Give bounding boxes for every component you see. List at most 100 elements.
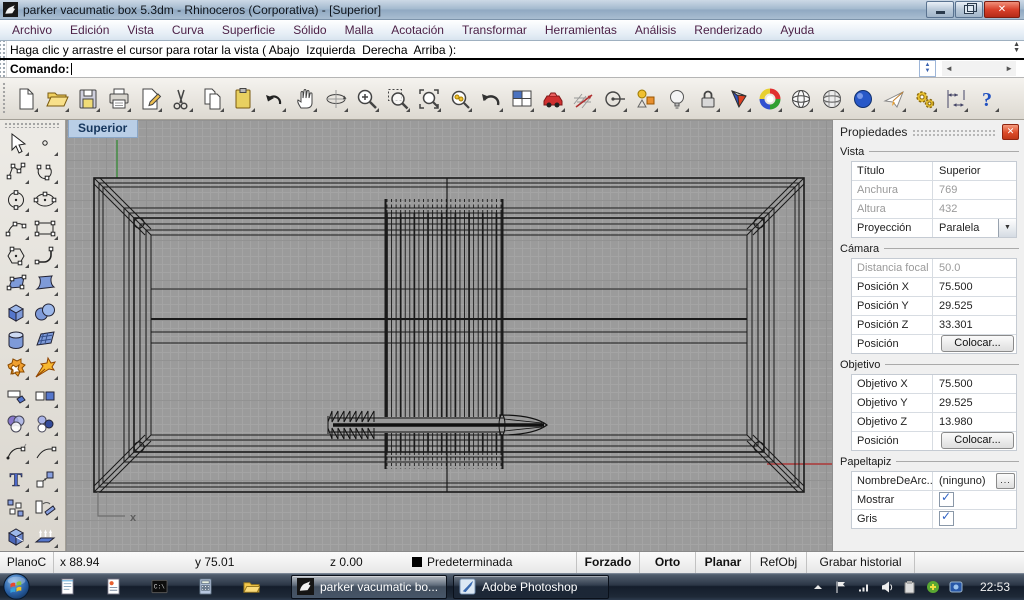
new-file-icon[interactable]	[12, 85, 39, 113]
orient-tool-icon[interactable]	[32, 495, 58, 521]
command-input-grip[interactable]	[0, 60, 7, 77]
zoom-selected-icon[interactable]	[446, 85, 473, 113]
cylinder-tool-icon[interactable]	[3, 327, 29, 353]
viewport-superior[interactable]: Superior	[66, 120, 832, 551]
ellipse-tool-icon[interactable]	[32, 187, 58, 213]
venn-tool-icon[interactable]	[3, 411, 29, 437]
titlebar[interactable]: parker vacumatic box 5.3dm - Rhinoceros …	[0, 0, 1024, 20]
render-preview-icon[interactable]	[880, 85, 907, 113]
calculator-icon[interactable]	[197, 578, 214, 595]
zoom-in-icon[interactable]	[353, 85, 380, 113]
pan-view-icon[interactable]	[291, 85, 318, 113]
help-icon[interactable]: ?	[973, 85, 1000, 113]
save-file-icon[interactable]	[74, 85, 101, 113]
command-spinner[interactable]: ▲▼	[919, 60, 936, 77]
property-value[interactable]: 29.525	[939, 300, 973, 312]
boolean-tool-icon[interactable]	[3, 355, 29, 381]
text-tool-icon[interactable]: T	[3, 467, 29, 493]
zoom-window-icon[interactable]	[384, 85, 411, 113]
property-value[interactable]: 33.301	[939, 319, 973, 331]
car-icon[interactable]	[539, 85, 566, 113]
wireframe-drawing[interactable]: x	[66, 120, 832, 551]
dimension-icon[interactable]	[942, 85, 969, 113]
statusbar-toggle-planar[interactable]: Planar	[695, 552, 750, 573]
menu-slido[interactable]: Sólido	[284, 20, 335, 40]
menu-edicin[interactable]: Edición	[61, 20, 118, 40]
property-value[interactable]: 29.525	[939, 397, 973, 409]
copy-icon[interactable]	[198, 85, 225, 113]
rotate-view-icon[interactable]	[322, 85, 349, 113]
menu-anlisis[interactable]: Análisis	[626, 20, 685, 40]
wordpad-icon[interactable]	[105, 578, 122, 595]
point-tool-icon[interactable]	[32, 131, 58, 157]
checkbox-mostrar[interactable]: ✓	[939, 492, 954, 507]
menu-herramientas[interactable]: Herramientas	[536, 20, 626, 40]
menu-acotacin[interactable]: Acotación	[382, 20, 453, 40]
cut-icon[interactable]	[167, 85, 194, 113]
open-file-icon[interactable]	[43, 85, 70, 113]
colocar-button[interactable]: Colocar...	[941, 432, 1014, 449]
mesh-surface-tool-icon[interactable]	[32, 327, 58, 353]
explorer-icon[interactable]	[243, 578, 260, 595]
polygon-tool-icon[interactable]	[3, 243, 29, 269]
property-value[interactable]: (ninguno)	[939, 475, 985, 487]
properties-header[interactable]: Propiedades ✕	[840, 124, 1019, 141]
ghosted-display-icon[interactable]	[818, 85, 845, 113]
checkbox-gris[interactable]: ✓	[939, 511, 954, 526]
close-button[interactable]: ✕	[984, 1, 1020, 18]
undo-icon[interactable]	[260, 85, 287, 113]
explode-tool-icon[interactable]	[32, 355, 58, 381]
circle-tool-icon[interactable]	[3, 187, 29, 213]
menu-transformar[interactable]: Transformar	[453, 20, 536, 40]
box-tool-icon[interactable]	[3, 299, 29, 325]
cplane-icon[interactable]	[570, 85, 597, 113]
curve-handle-tool-icon[interactable]	[3, 439, 29, 465]
viewport-layout-icon[interactable]	[508, 85, 535, 113]
statusbar-toggle-grabarhistorial[interactable]: Grabar historial	[806, 552, 914, 573]
statusbar-toggle-orto[interactable]: Orto	[639, 552, 695, 573]
statusbar-toggle-forzado[interactable]: Forzado	[576, 552, 639, 573]
menu-vista[interactable]: Vista	[118, 20, 162, 40]
osnap-icon[interactable]	[601, 85, 628, 113]
property-value[interactable]: Paralela	[939, 222, 979, 234]
properties-grip[interactable]	[912, 129, 997, 136]
paste-icon[interactable]	[229, 85, 256, 113]
viewport-title[interactable]: Superior	[68, 120, 138, 138]
property-value[interactable]: 75.500	[939, 378, 973, 390]
scatter-tool-icon[interactable]	[3, 495, 29, 521]
cplane-pane[interactable]: PlanoC	[0, 552, 54, 573]
statusbar-toggle-refobj[interactable]: RefObj	[750, 552, 806, 573]
menu-malla[interactable]: Malla	[336, 20, 383, 40]
split-tool-icon[interactable]	[32, 383, 58, 409]
solid-tool-icon[interactable]	[3, 523, 29, 549]
trim-tool-icon[interactable]	[3, 383, 29, 409]
menu-curva[interactable]: Curva	[163, 20, 213, 40]
surface-tool-icon[interactable]	[3, 271, 29, 297]
options-gears-icon[interactable]	[911, 85, 938, 113]
scroll-left-icon[interactable]: ◄	[945, 64, 953, 73]
antivirus-icon[interactable]	[926, 580, 940, 594]
expand-chevron-icon[interactable]	[811, 580, 825, 594]
property-value[interactable]: 13.980	[939, 416, 973, 428]
menu-archivo[interactable]: Archivo	[3, 20, 61, 40]
curve-tool-icon[interactable]	[32, 159, 58, 185]
extend-tool-icon[interactable]	[32, 439, 58, 465]
command-prompt-icon[interactable]: C:\	[151, 578, 168, 595]
sidebar-grip[interactable]	[4, 122, 59, 128]
fillet-tool-icon[interactable]	[32, 243, 58, 269]
spheres-tool-icon[interactable]	[32, 299, 58, 325]
undo-view-icon[interactable]	[477, 85, 504, 113]
arc-tool-icon[interactable]	[3, 215, 29, 241]
property-value[interactable]: Superior	[939, 165, 981, 177]
selection-filter-icon[interactable]	[632, 85, 659, 113]
lock-icon[interactable]	[694, 85, 721, 113]
render-wheel-icon[interactable]	[756, 85, 783, 113]
browse-ellipsis-button[interactable]: ...	[996, 473, 1015, 489]
rendered-display-icon[interactable]	[849, 85, 876, 113]
shaded-view-icon[interactable]	[725, 85, 752, 113]
command-history-scrollbar[interactable]: ▲▼	[1013, 42, 1020, 54]
notepad-icon[interactable]	[59, 578, 76, 595]
flag-icon[interactable]	[834, 580, 848, 594]
restore-button[interactable]	[955, 1, 983, 18]
dropdown-arrow-icon[interactable]: ▼	[998, 219, 1016, 237]
